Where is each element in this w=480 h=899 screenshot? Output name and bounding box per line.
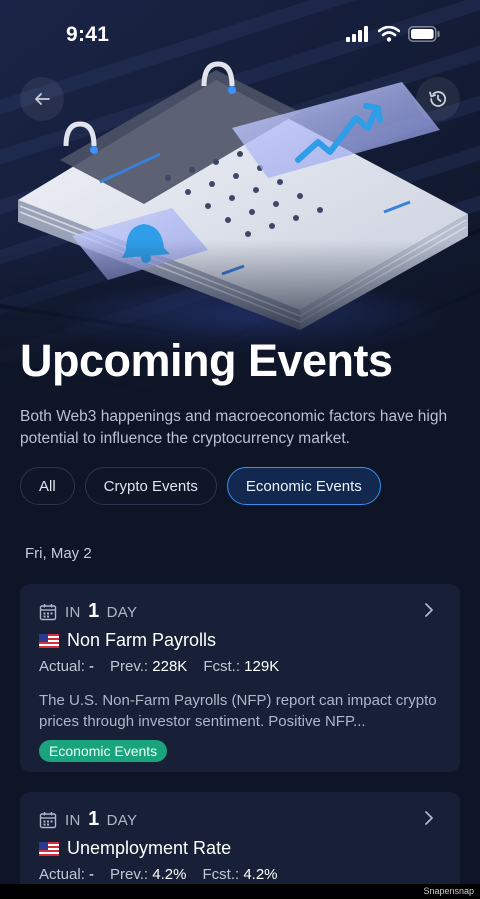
chevron-right-icon[interactable] (424, 810, 434, 826)
screen: 9:41 Upcoming Events Both Web3 happening… (0, 0, 480, 884)
event-countdown: IN 1 DAY (39, 600, 137, 623)
page-description: Both Web3 happenings and macroeconomic f… (20, 408, 448, 447)
filter-crypto-events[interactable]: Crypto Events (84, 467, 217, 505)
chevron-right-icon[interactable] (424, 602, 434, 618)
wifi-icon (378, 26, 400, 42)
watermark-bar: Snapensnap (0, 884, 480, 899)
history-button[interactable] (416, 77, 460, 121)
us-flag-icon (39, 841, 59, 856)
signal-icon (346, 26, 368, 42)
arrow-left-icon (35, 93, 50, 105)
history-icon (429, 91, 447, 107)
battery-icon (408, 26, 440, 42)
event-category-tag: Economic Events (39, 740, 168, 762)
event-countdown: IN 1 DAY (39, 808, 137, 831)
us-flag-icon (39, 633, 59, 648)
event-card[interactable]: IN 1 DAY Non Farm Payrolls Actual: - Pre… (20, 584, 460, 772)
status-bar: 9:41 (0, 0, 480, 70)
event-name: Unemployment Rate (67, 838, 232, 858)
back-button[interactable] (20, 77, 64, 121)
filter-economic-events[interactable]: Economic Events (226, 467, 381, 505)
event-stats: Actual: - Prev.: 4.2% Fcst.: 4.2% (39, 866, 278, 883)
page-title: Upcoming Events (20, 335, 393, 386)
event-stats: Actual: - Prev.: 228K Fcst.: 129K (39, 658, 280, 675)
filter-all[interactable]: All (20, 467, 75, 505)
calendar-icon (39, 811, 57, 828)
watermark-text: Snapensnap (423, 886, 474, 896)
status-time: 9:41 (66, 23, 110, 46)
event-name: Non Farm Payrolls (67, 630, 217, 650)
filter-tabs: All Crypto Events Economic Events (20, 467, 381, 505)
date-group-label: Fri, May 2 (25, 545, 92, 562)
calendar-icon (39, 603, 57, 620)
event-card[interactable]: IN 1 DAY Unemployment Rate Actual: - Pre… (20, 792, 460, 884)
event-description: The U.S. Non-Farm Payrolls (NFP) report … (39, 692, 437, 730)
